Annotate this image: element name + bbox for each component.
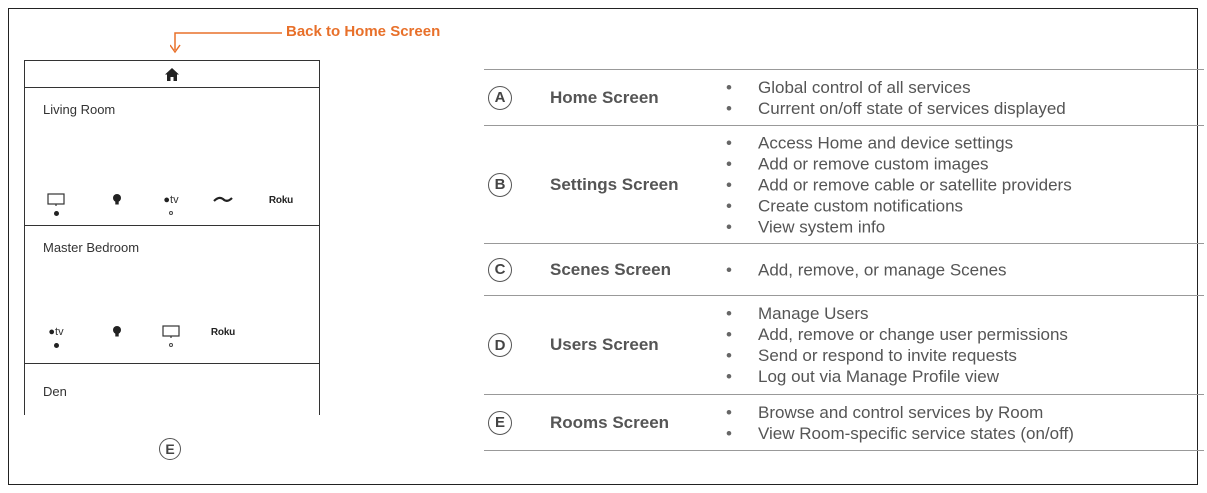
service-apple-tv[interactable]: ● tv	[36, 324, 76, 348]
screen-letter: E	[488, 410, 512, 435]
service-tv[interactable]	[36, 192, 76, 216]
screen-letter: D	[488, 333, 512, 357]
room-living-room[interactable]: Living Room ● tv Roku	[25, 88, 319, 226]
room-name: Master Bedroom	[43, 240, 140, 255]
tv-icon	[162, 325, 180, 338]
feature-list: Browse and control services by Room View…	[724, 402, 1074, 444]
roku-icon: Roku	[210, 326, 236, 338]
apple-tv-icon: ●	[163, 194, 171, 206]
screen-name: Settings Screen	[550, 174, 679, 194]
list-item: Send or respond to invite requests	[724, 345, 1068, 366]
feature-list: Add, remove, or manage Scenes	[724, 259, 1007, 280]
home-bar	[25, 61, 319, 88]
screen-letter: A	[488, 85, 512, 110]
table-row-settings-screen: B Settings Screen Access Home and device…	[484, 126, 1204, 244]
screen-letter: B	[488, 172, 512, 197]
feature-list: Access Home and device settings Add or r…	[724, 132, 1072, 237]
list-item: View system info	[724, 216, 1072, 237]
apple-tv-label: tv	[170, 194, 179, 206]
tv-icon	[47, 193, 65, 206]
screen-name: Users Screen	[550, 335, 659, 354]
screen-name: Home Screen	[550, 87, 659, 107]
lightbulb-icon	[113, 326, 121, 337]
service-apple-tv[interactable]: ● tv	[151, 192, 191, 215]
table-row-scenes-screen: C Scenes Screen Add, remove, or manage S…	[484, 244, 1204, 296]
table-row-rooms-screen: E Rooms Screen Browse and control servic…	[484, 395, 1204, 451]
list-item: Add, remove or change user permissions	[724, 324, 1068, 345]
screens-reference-table: A Home Screen Global control of all serv…	[484, 69, 1204, 451]
list-item: Add, remove, or manage Scenes	[724, 259, 1007, 280]
room-name: Den	[43, 384, 67, 399]
home-icon[interactable]	[165, 67, 179, 81]
screen-name: Scenes Screen	[550, 259, 671, 279]
rooms-screen-mockup: Living Room ● tv Roku Master Bedroom ● tv	[24, 60, 320, 415]
service-roku[interactable]: Roku	[261, 192, 301, 216]
list-item: Add or remove custom images	[724, 153, 1072, 174]
room-name: Living Room	[43, 102, 116, 117]
back-to-home-label: Back to Home Screen	[286, 23, 441, 40]
service-bluray[interactable]	[203, 192, 243, 216]
screen-marker-e: E	[159, 438, 181, 460]
state-on-indicator	[53, 343, 59, 348]
service-light[interactable]	[97, 324, 137, 348]
list-item: Access Home and device settings	[724, 132, 1072, 153]
list-item: Log out via Manage Profile view	[724, 366, 1068, 387]
table-row-home-screen: A Home Screen Global control of all serv…	[484, 70, 1204, 126]
apple-tv-icon: ●	[48, 326, 56, 338]
service-roku[interactable]: Roku	[203, 324, 243, 348]
list-item: Global control of all services	[724, 77, 1066, 98]
service-light[interactable]	[97, 192, 137, 216]
list-item: Current on/off state of services display…	[724, 98, 1066, 119]
roku-icon: Roku	[268, 194, 294, 206]
bluray-icon	[213, 196, 233, 202]
list-item: Browse and control services by Room	[724, 402, 1074, 423]
lightbulb-icon	[113, 194, 121, 205]
apple-tv-label: tv	[55, 326, 64, 338]
list-item: View Room-specific service states (on/of…	[724, 423, 1074, 444]
list-item: Create custom notifications	[724, 195, 1072, 216]
state-on-indicator	[53, 211, 59, 216]
room-master-bedroom[interactable]: Master Bedroom ● tv Roku	[25, 226, 319, 364]
state-off-indicator	[169, 343, 173, 347]
list-item: Manage Users	[724, 303, 1068, 324]
list-item: Add or remove cable or satellite provide…	[724, 174, 1072, 195]
table-row-users-screen: D Users Screen Manage Users Add, remove …	[484, 296, 1204, 395]
feature-list: Global control of all services Current o…	[724, 77, 1066, 119]
feature-list: Manage Users Add, remove or change user …	[724, 303, 1068, 387]
room-den[interactable]: Den	[25, 364, 319, 416]
screen-letter: C	[488, 257, 512, 282]
service-tv[interactable]	[151, 324, 191, 347]
screen-name: Rooms Screen	[550, 412, 670, 432]
state-off-indicator	[169, 211, 173, 215]
